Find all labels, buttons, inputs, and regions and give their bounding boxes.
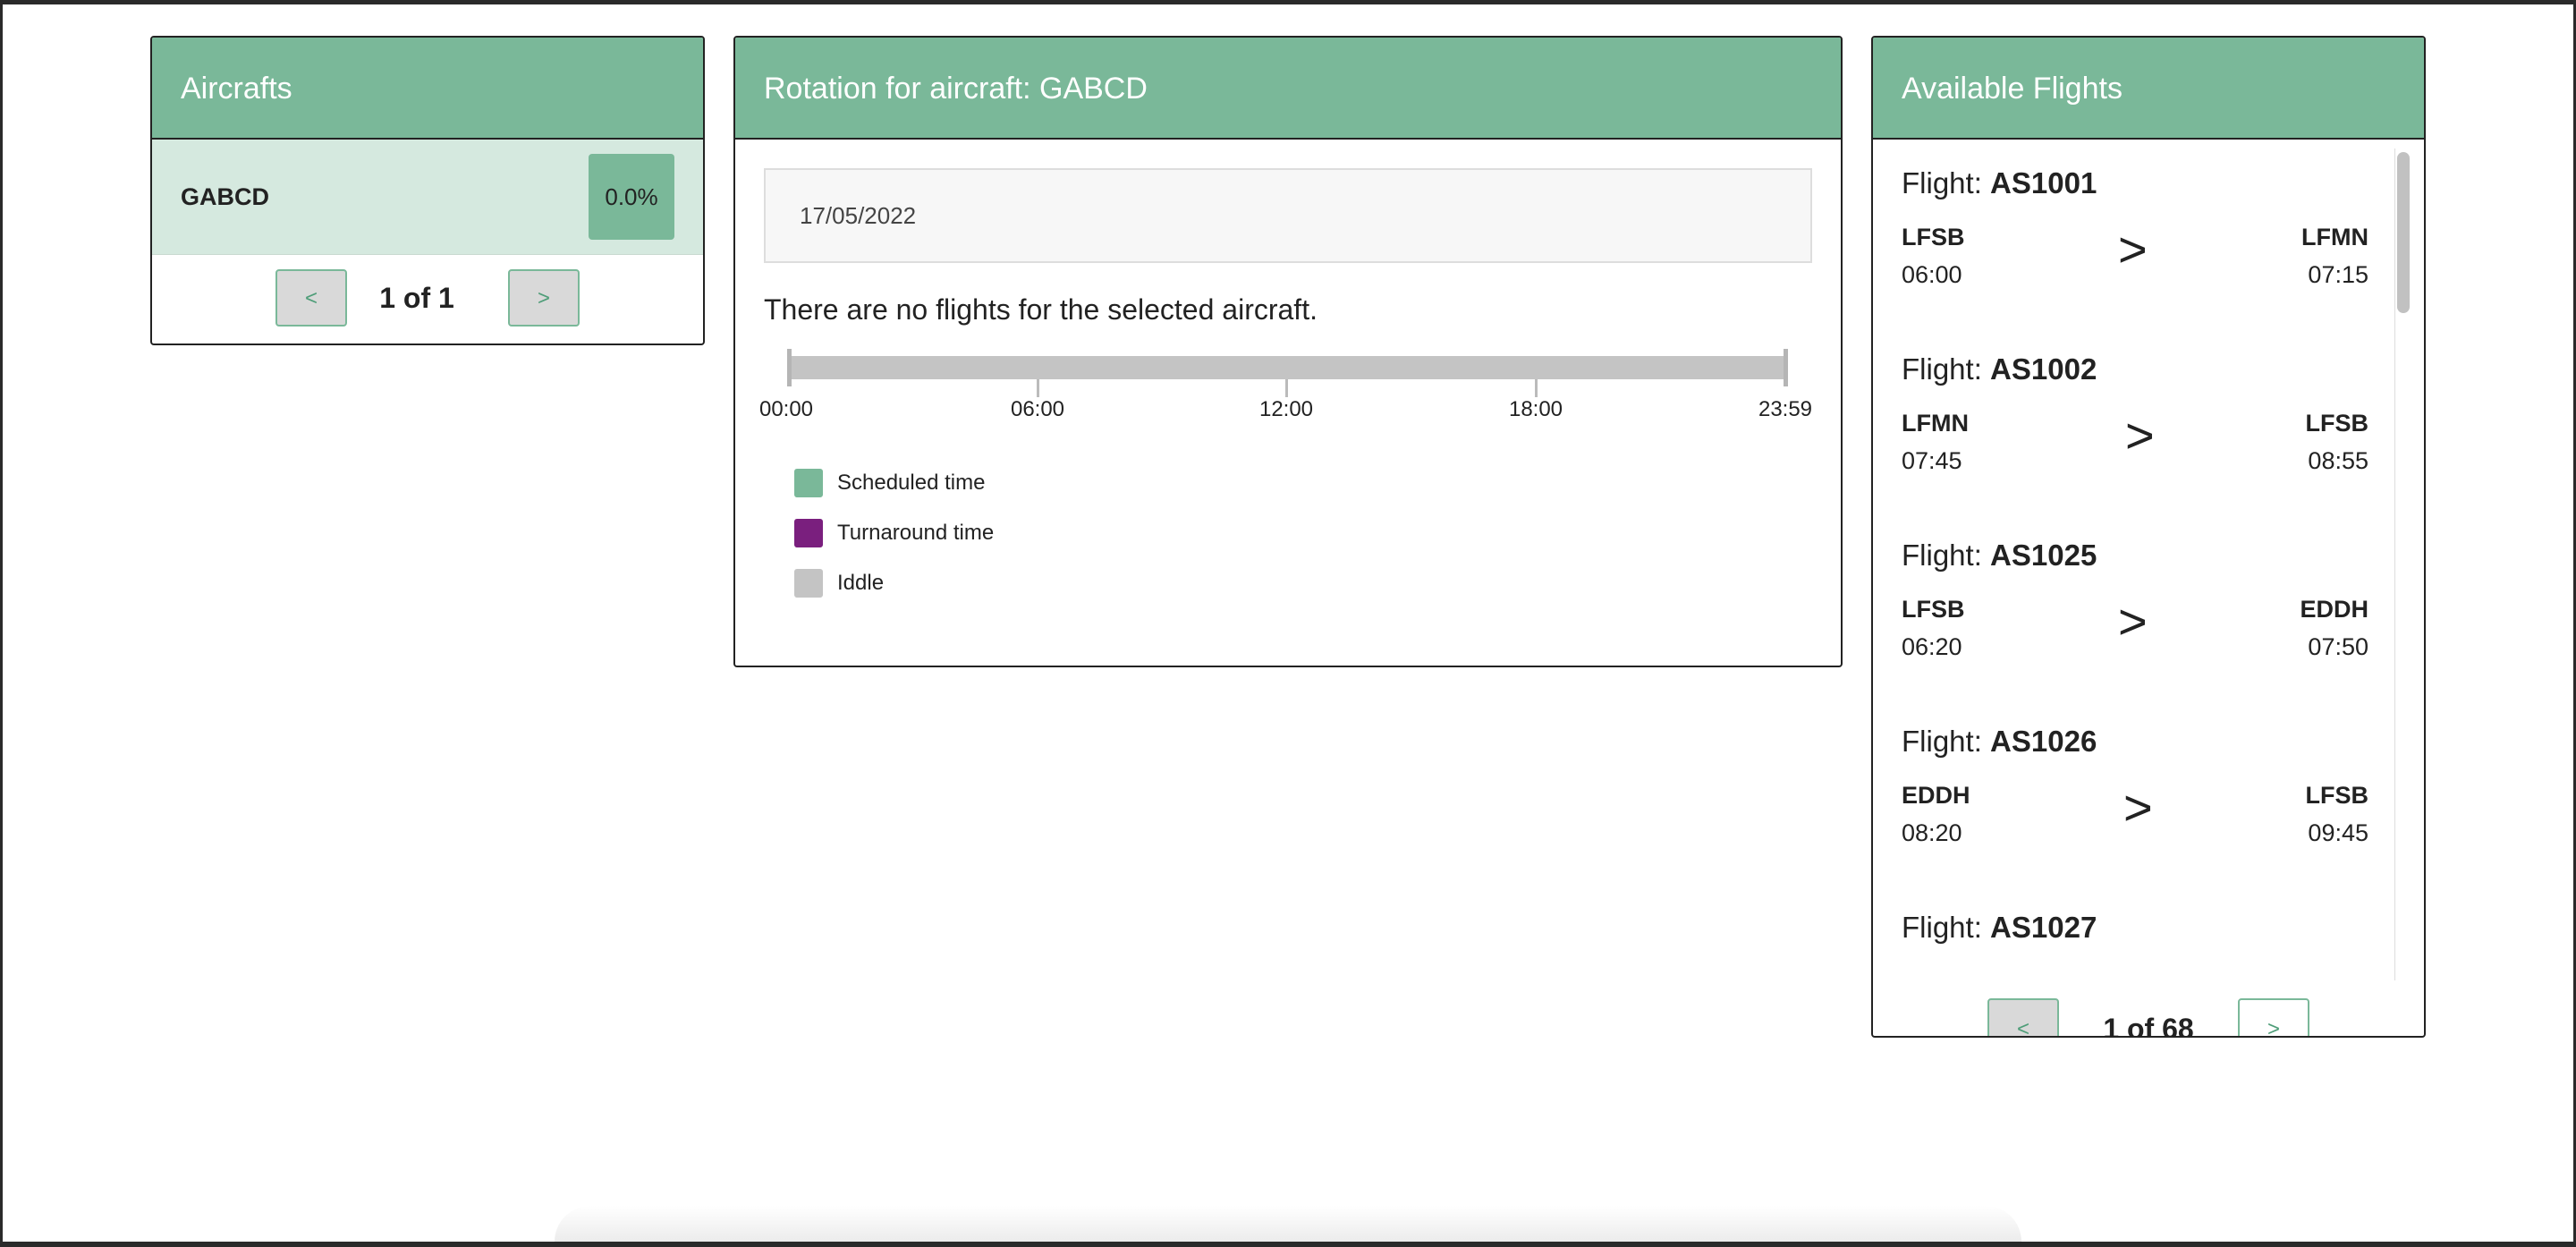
- timeline-end-cap: [1784, 349, 1788, 386]
- arrival-airport: LFMN: [2301, 224, 2368, 250]
- window-bottom-border: [0, 1242, 2576, 1247]
- flight-list-item[interactable]: Flight: AS1025 LFSB 06:20 > EDDH 07:50: [1902, 539, 2368, 717]
- flight-number: AS1001: [1990, 166, 2097, 199]
- flight-title: Flight: AS1026: [1902, 725, 2097, 759]
- timeline-label: 23:59: [1758, 397, 1813, 421]
- rotation-panel-title: Rotation for aircraft: GABCD: [735, 38, 1841, 140]
- departure-time: 06:20: [1902, 633, 1962, 660]
- aircrafts-panel: Aircrafts GABCD 0.0% < 1 of 1 >: [150, 36, 705, 345]
- legend-label: Scheduled time: [837, 471, 986, 495]
- flight-number: AS1025: [1990, 539, 2097, 572]
- timeline-tick: [1037, 379, 1039, 397]
- flights-pager: < 1 of 68 >: [1873, 982, 2424, 1038]
- legend-swatch-idle: [794, 569, 823, 598]
- arrival-time: 09:45: [2308, 819, 2368, 846]
- flight-list-item[interactable]: Flight: AS1002 LFMN 07:45 > LFSB 08:55: [1902, 352, 2368, 531]
- flights-scrollbar-thumb[interactable]: [2397, 152, 2410, 313]
- flight-list-item[interactable]: Flight: AS1001 LFSB 06:00 > LFMN 07:15: [1902, 166, 2368, 345]
- rotation-panel: Rotation for aircraft: GABCD 17/05/2022 …: [733, 36, 1843, 667]
- flights-page-indicator: 1 of 68: [2103, 1013, 2194, 1038]
- flight-label: Flight:: [1902, 725, 1991, 758]
- timeline-start-cap: [787, 349, 792, 386]
- window-left-border: [0, 0, 3, 1247]
- available-flights-panel-title: Available Flights: [1873, 38, 2424, 140]
- flight-list-item[interactable]: Flight: AS1026 EDDH 08:20 > LFSB 09:45: [1902, 725, 2368, 903]
- window-top-border: [0, 0, 2576, 4]
- aircraft-list-item[interactable]: GABCD 0.0%: [152, 140, 703, 255]
- flight-list-item[interactable]: Flight: AS1027: [1902, 911, 2368, 982]
- flight-number: AS1026: [1990, 725, 2097, 758]
- flight-title: Flight: AS1025: [1902, 539, 2097, 573]
- aircrafts-next-page-button[interactable]: >: [508, 269, 580, 327]
- flight-label: Flight:: [1902, 911, 1991, 944]
- flight-number: AS1027: [1990, 911, 2097, 944]
- available-flights-panel: Available Flights Flight: AS1001 LFSB 06…: [1871, 36, 2426, 1038]
- no-flights-message: There are no flights for the selected ai…: [764, 293, 1318, 326]
- departure-time: 08:20: [1902, 819, 1962, 846]
- departure-time: 07:45: [1902, 447, 1962, 474]
- aircraft-name: GABCD: [181, 183, 269, 210]
- timeline-label: 12:00: [1258, 397, 1314, 421]
- legend-label: Iddle: [837, 571, 885, 595]
- departure-time: 06:00: [1902, 261, 1962, 288]
- flight-label: Flight:: [1902, 539, 1991, 572]
- flight-title: Flight: AS1027: [1902, 911, 2097, 945]
- rotation-timeline-bar: [789, 356, 1784, 379]
- aircrafts-panel-title: Aircrafts: [152, 38, 703, 140]
- aircrafts-prev-page-button[interactable]: <: [275, 269, 347, 327]
- legend-swatch-turnaround: [794, 519, 823, 547]
- flight-label: Flight:: [1902, 352, 1991, 386]
- flight-number: AS1002: [1990, 352, 2097, 386]
- legend-swatch-scheduled: [794, 469, 823, 497]
- flights-prev-page-button[interactable]: <: [1987, 998, 2059, 1036]
- arrival-airport: LFSB: [2305, 410, 2369, 437]
- departure-airport: EDDH: [1902, 782, 1970, 809]
- flight-title: Flight: AS1001: [1902, 166, 2097, 200]
- departure-airport: LFMN: [1902, 410, 1969, 437]
- aircrafts-page-indicator: 1 of 1: [379, 282, 454, 314]
- timeline-tick: [1535, 379, 1538, 397]
- aircrafts-pager: < 1 of 1 >: [152, 255, 703, 344]
- timeline-label: 06:00: [1010, 397, 1065, 421]
- app-window: Aircrafts GABCD 0.0% < 1 of 1 > Rotation…: [0, 0, 2576, 1247]
- timeline-tick: [1285, 379, 1288, 397]
- arrival-time: 07:50: [2308, 633, 2368, 660]
- flight-title: Flight: AS1002: [1902, 352, 2097, 386]
- arrival-time: 07:15: [2308, 261, 2368, 288]
- aircraft-utilization-badge: 0.0%: [589, 154, 674, 240]
- departure-airport: LFSB: [1902, 224, 1965, 250]
- arrival-time: 08:55: [2308, 447, 2368, 474]
- departure-airport: LFSB: [1902, 596, 1965, 623]
- arrival-airport: LFSB: [2305, 782, 2369, 809]
- route-arrow-icon: >: [2118, 221, 2148, 277]
- date-input[interactable]: 17/05/2022: [764, 168, 1812, 263]
- dock-shadow: [555, 1206, 2021, 1242]
- arrival-airport: EDDH: [2300, 596, 2368, 623]
- flights-list[interactable]: Flight: AS1001 LFSB 06:00 > LFMN 07:15 F…: [1873, 141, 2424, 982]
- route-arrow-icon: >: [2123, 779, 2153, 836]
- route-arrow-icon: >: [2118, 593, 2148, 649]
- timeline-label: 18:00: [1508, 397, 1563, 421]
- flight-label: Flight:: [1902, 166, 1991, 199]
- route-arrow-icon: >: [2125, 407, 2155, 463]
- legend-label: Turnaround time: [837, 521, 995, 545]
- flights-next-page-button[interactable]: >: [2238, 998, 2309, 1036]
- timeline-label: 00:00: [758, 397, 814, 421]
